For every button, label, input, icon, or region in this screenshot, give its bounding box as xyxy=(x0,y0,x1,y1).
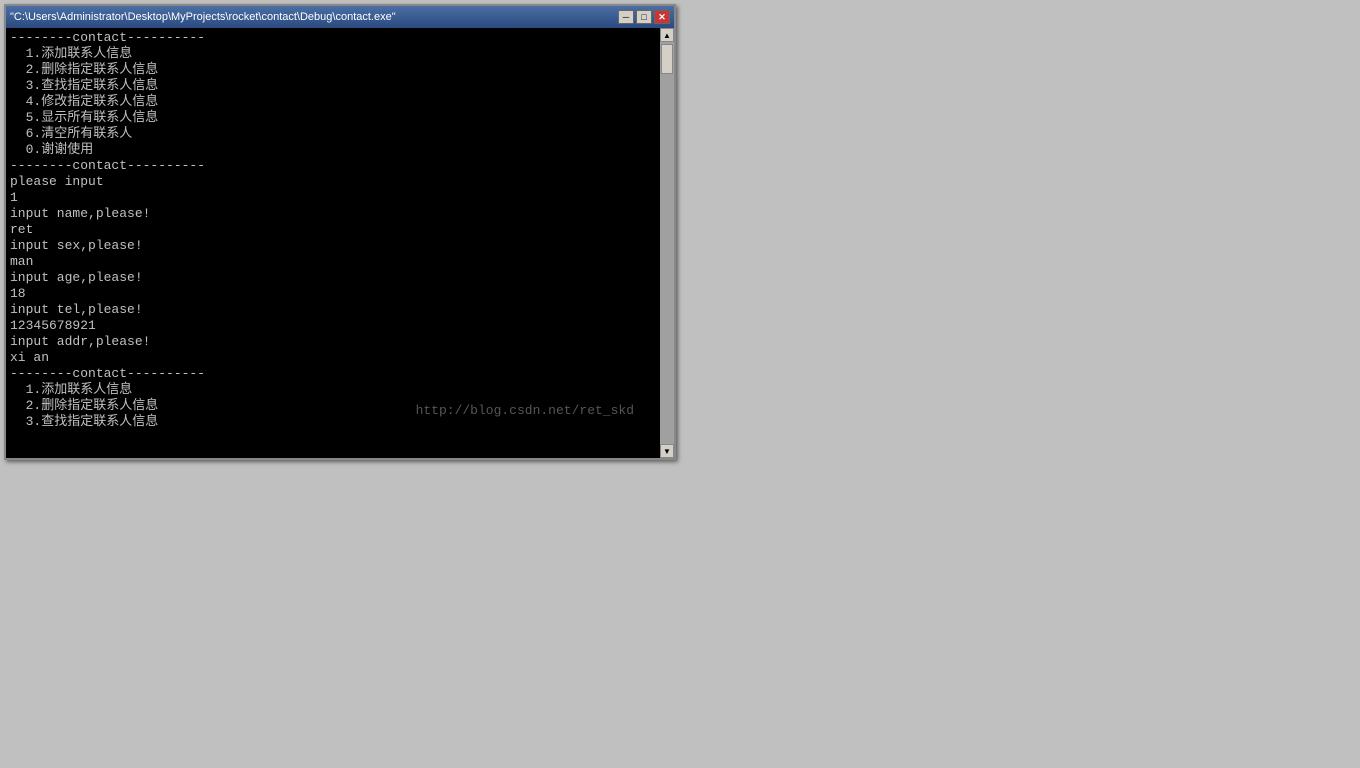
minimize-button[interactable]: ─ xyxy=(618,10,634,24)
scroll-down-arrow[interactable]: ▼ xyxy=(660,444,674,458)
scrollbar-track xyxy=(660,42,674,444)
console-output: --------contact---------- 1.添加联系人信息 2.删除… xyxy=(6,28,660,458)
close-button[interactable]: ✕ xyxy=(654,10,670,24)
console-window: "C:\Users\Administrator\Desktop\MyProjec… xyxy=(4,4,676,460)
scrollbar-thumb[interactable] xyxy=(661,44,673,74)
maximize-button[interactable]: □ xyxy=(636,10,652,24)
console-area: --------contact---------- 1.添加联系人信息 2.删除… xyxy=(6,28,674,458)
window-controls: ─ □ ✕ xyxy=(618,10,670,24)
scrollbar[interactable]: ▲ ▼ xyxy=(660,28,674,458)
window-title: "C:\Users\Administrator\Desktop\MyProjec… xyxy=(10,11,396,23)
title-bar: "C:\Users\Administrator\Desktop\MyProjec… xyxy=(6,6,674,28)
scroll-up-arrow[interactable]: ▲ xyxy=(660,28,674,42)
